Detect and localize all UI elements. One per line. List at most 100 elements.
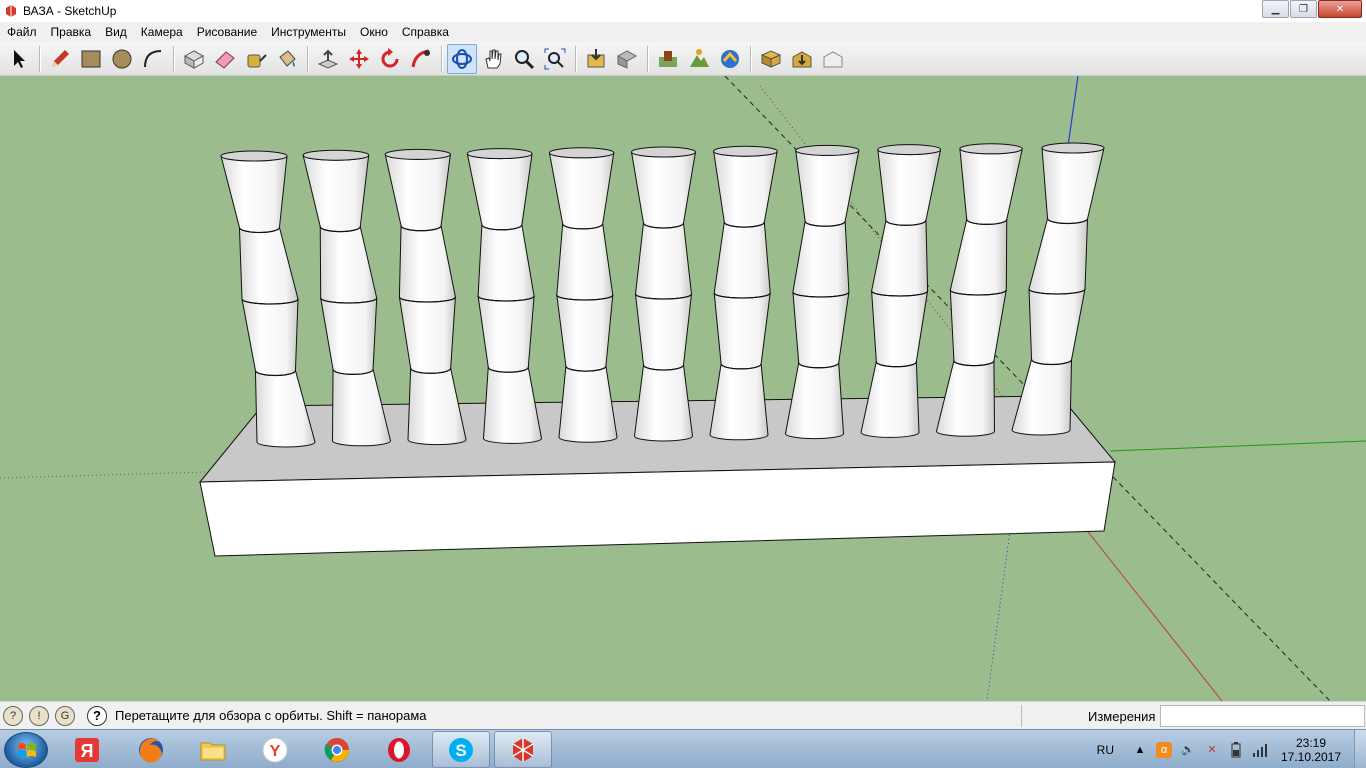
arc-icon: [144, 49, 162, 67]
make-component-tool[interactable]: [179, 44, 209, 74]
menu-view[interactable]: Вид: [98, 22, 134, 42]
taskbar-chrome[interactable]: [308, 731, 366, 768]
clock[interactable]: 23:19 17.10.2017: [1276, 736, 1346, 764]
close-button[interactable]: ✕: [1318, 0, 1362, 18]
eraser-tool[interactable]: [210, 44, 240, 74]
toggle-terrain-tool[interactable]: [684, 44, 714, 74]
push-pull-icon: [317, 49, 339, 69]
share-component-icon: [823, 50, 843, 67]
get-models-warehouse-tool[interactable]: [787, 44, 817, 74]
taskbar-explorer[interactable]: [184, 731, 242, 768]
taskbar-opera[interactable]: [370, 731, 428, 768]
vase-rim: [1041, 142, 1105, 154]
rectangle-tool[interactable]: [76, 44, 106, 74]
photo-textures-tool[interactable]: [715, 44, 745, 74]
sketchup-app-icon[interactable]: [3, 3, 19, 19]
add-location-tool[interactable]: [653, 44, 683, 74]
orbit-tool[interactable]: [447, 43, 477, 74]
follow-me-tool[interactable]: [406, 44, 436, 74]
vase-rim: [466, 148, 533, 160]
menu-camera[interactable]: Камера: [134, 22, 190, 42]
zoom-tool[interactable]: [509, 44, 539, 74]
vase-segment: [784, 362, 845, 440]
vase-segment: [935, 360, 996, 437]
taskbar-yandex[interactable]: Я: [58, 731, 116, 768]
share-model-tool[interactable]: [612, 44, 642, 74]
taskbar-skype[interactable]: S: [432, 731, 490, 768]
vase-group: [220, 142, 1105, 448]
vase: [466, 148, 543, 444]
show-hidden-icons-icon[interactable]: ▲: [1132, 742, 1148, 758]
vase-segment: [713, 151, 778, 228]
vase: [302, 149, 392, 447]
window-title: ВАЗА - SketchUp: [23, 4, 117, 18]
zoom-extents-tool[interactable]: [540, 44, 570, 74]
paint-bucket-tool[interactable]: [272, 44, 302, 74]
vase-rim: [548, 147, 615, 159]
clock-date: 17.10.2017: [1280, 749, 1342, 764]
arc-tool[interactable]: [138, 44, 168, 74]
vase: [220, 150, 316, 448]
select-tool[interactable]: [4, 44, 34, 74]
pan-icon: [485, 49, 502, 68]
vase-rim: [384, 148, 451, 160]
vase-segment: [558, 365, 618, 443]
taskbar-yandex-browser[interactable]: Y: [246, 731, 304, 768]
network-icon[interactable]: ✕: [1204, 742, 1220, 758]
menu-window[interactable]: Окно: [353, 22, 395, 42]
share-component-tool[interactable]: [818, 44, 848, 74]
menu-file[interactable]: Файл: [0, 22, 44, 42]
get-models-icon: [587, 48, 605, 67]
rotate-icon: [381, 47, 399, 67]
signal-icon[interactable]: [1252, 742, 1268, 758]
avast-icon[interactable]: α: [1156, 741, 1172, 758]
geolocation-status-icon[interactable]: ?: [3, 705, 23, 726]
vase-segment: [254, 370, 316, 448]
maximize-button[interactable]: ❐: [1290, 0, 1317, 18]
circle-icon: [112, 49, 132, 68]
vase-segment: [949, 289, 1007, 367]
vase-segment: [792, 221, 850, 298]
tape-measure-tool[interactable]: [241, 44, 271, 74]
help-icon[interactable]: ?: [87, 705, 107, 726]
model-viewport[interactable]: [0, 76, 1366, 701]
measurements-label: Измерения: [1088, 709, 1156, 724]
language-indicator[interactable]: RU: [1097, 743, 1114, 757]
push-pull-tool[interactable]: [313, 44, 343, 74]
vase-segment: [1041, 147, 1105, 224]
menu-help[interactable]: Справка: [395, 22, 456, 42]
eraser-icon: [215, 50, 235, 69]
start-button[interactable]: [4, 732, 48, 768]
menu-edit[interactable]: Правка: [44, 22, 99, 42]
system-tray: RU ▲ α 🔊 ✕ 23:19 17.10.2017: [1097, 730, 1366, 768]
vase-segment: [319, 226, 378, 304]
taskbar-sketchup[interactable]: [494, 731, 552, 768]
toolbar-separator: [575, 45, 577, 72]
battery-icon[interactable]: [1228, 741, 1244, 758]
tape-measure-icon: [247, 53, 267, 67]
move-tool[interactable]: [344, 44, 374, 74]
user-status-icon[interactable]: G: [55, 705, 75, 726]
vase-segment: [398, 225, 456, 303]
vase-segment: [1011, 359, 1073, 436]
credits-status-icon[interactable]: !: [29, 705, 49, 726]
blue-axis-hidden: [986, 530, 1011, 701]
menu-tools[interactable]: Инструменты: [264, 22, 353, 42]
menu-draw[interactable]: Рисование: [190, 22, 264, 42]
measurements-input[interactable]: [1160, 705, 1365, 727]
volume-icon[interactable]: 🔊: [1180, 742, 1196, 758]
get-models-tool[interactable]: [581, 44, 611, 74]
pencil-tool[interactable]: [45, 44, 75, 74]
rotate-tool[interactable]: [375, 44, 405, 74]
vase-segment: [466, 153, 533, 231]
taskbar-firefox[interactable]: [122, 731, 180, 768]
circle-tool[interactable]: [107, 44, 137, 74]
vase-rim: [877, 144, 942, 156]
photo-textures-icon: [721, 49, 739, 68]
show-desktop-button[interactable]: [1354, 730, 1366, 768]
pan-tool[interactable]: [478, 44, 508, 74]
yandex-icon: Я: [75, 737, 99, 762]
vase: [1011, 142, 1105, 436]
minimize-button[interactable]: ▁: [1262, 0, 1289, 18]
preview-3d-tool[interactable]: [756, 44, 786, 74]
